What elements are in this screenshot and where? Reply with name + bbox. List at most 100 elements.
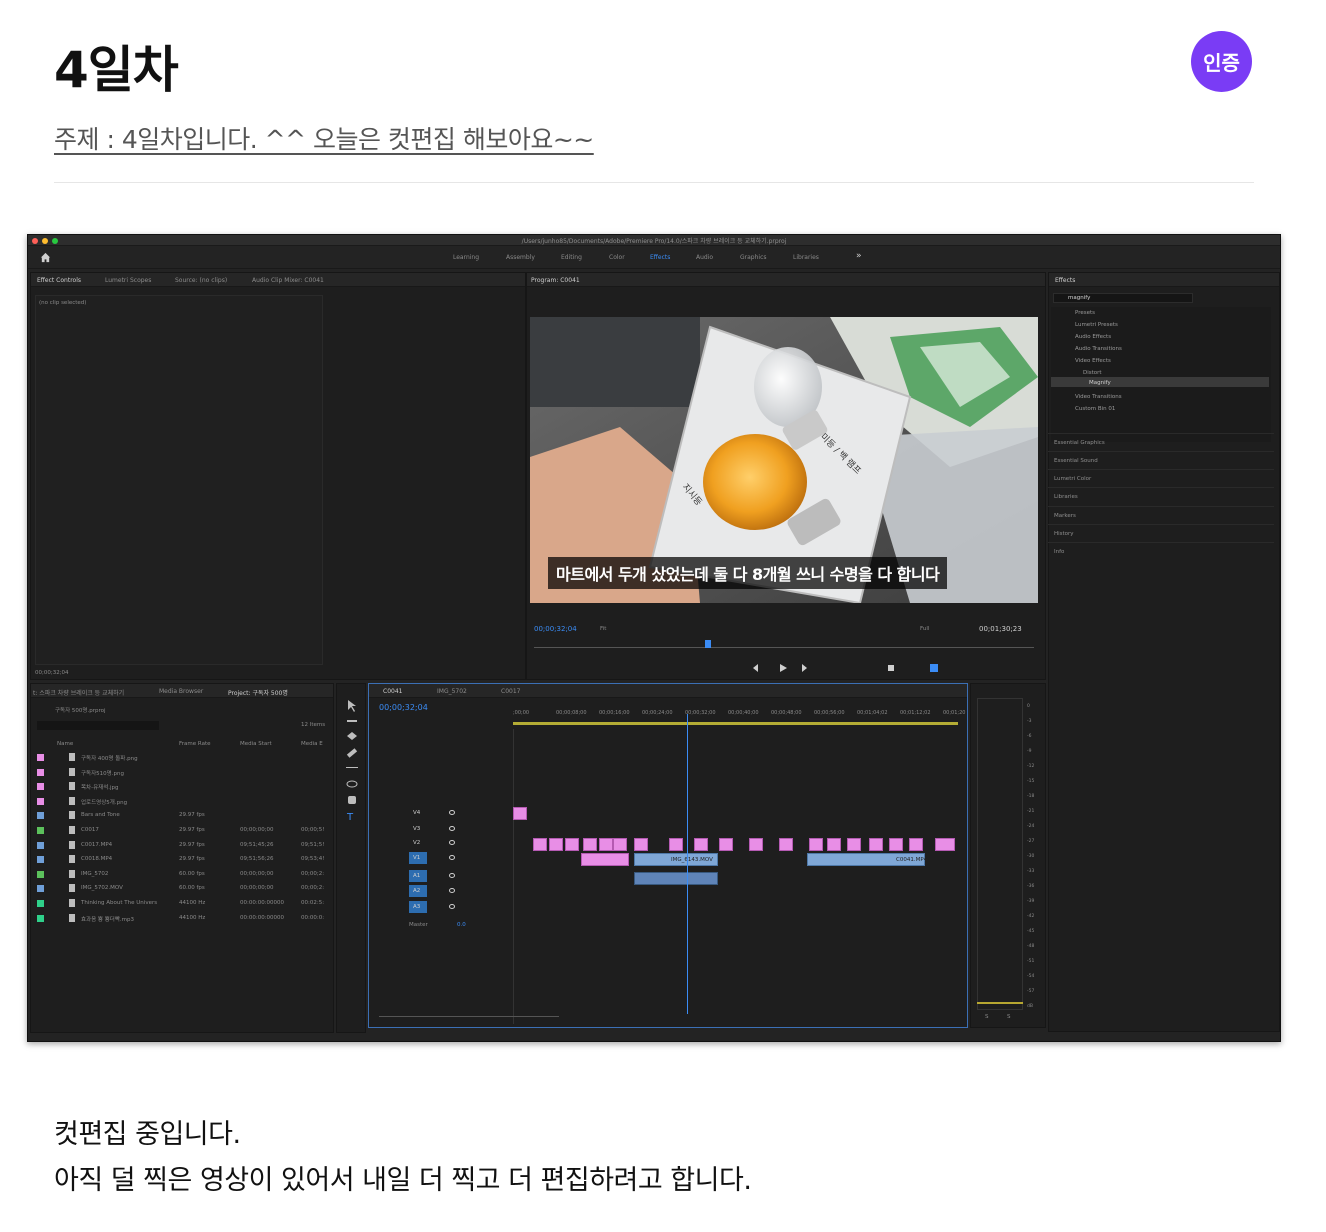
tab-c0017[interactable]: C0017	[501, 688, 520, 695]
label-color-swatch[interactable]	[37, 856, 44, 864]
project-row[interactable]: Thinking About The Univers 44100 Hz 00:00:…	[37, 898, 329, 910]
label-color-swatch[interactable]	[37, 812, 44, 820]
project-row[interactable]: C0017 29.97 fps 00;00;00;00 00;00;5!	[37, 825, 329, 837]
project-row[interactable]: IMG_5702.MOV 60.00 fps 00;00;00;00 00;00;2:	[37, 883, 329, 895]
clip-v2[interactable]	[827, 838, 841, 851]
tab-img-5702[interactable]: IMG_5702	[437, 688, 467, 695]
tab-project[interactable]: Project: 구독자 500명	[228, 688, 288, 697]
track-target-v1[interactable]: V1	[409, 852, 427, 864]
project-row[interactable]: Bars and Tone 29.97 fps	[37, 810, 329, 822]
project-row[interactable]: 목차-유재석.jpg	[37, 781, 329, 793]
workspace-libraries[interactable]: Libraries	[793, 254, 819, 261]
effects-item-lumetri-presets[interactable]: Lumetri Presets	[1075, 322, 1118, 328]
clip-v2[interactable]	[809, 838, 823, 851]
mute-icon[interactable]	[449, 873, 455, 878]
project-row[interactable]: 효과음 뿅 뿅더빡.mp3 44100 Hz 00:00:00:00000 00:00…	[37, 913, 329, 925]
clip-v2[interactable]	[749, 838, 763, 851]
label-color-swatch[interactable]	[37, 754, 44, 761]
project-row[interactable]: C0018.MP4 29.97 fps 09;51;56;26 09;53;4!	[37, 854, 329, 866]
section-markers[interactable]: Markers	[1048, 506, 1274, 524]
label-color-swatch[interactable]	[37, 885, 44, 893]
timeline-ruler[interactable]: ;00;00 00;00;08;00 00;00;16;00 00;00;24;00 0…	[513, 710, 965, 720]
col-media-end[interactable]: Media E	[301, 741, 323, 747]
clip-v2[interactable]	[779, 838, 793, 851]
mute-icon[interactable]	[449, 904, 455, 909]
track-target-a1[interactable]: A1	[409, 870, 427, 882]
clip-v2[interactable]	[613, 838, 627, 851]
tools-icons[interactable]: T	[337, 696, 367, 826]
section-essential-sound[interactable]: Essential Sound	[1048, 451, 1274, 469]
timeline-zoom-scrollbar[interactable]	[379, 1016, 559, 1017]
label-color-swatch[interactable]	[37, 914, 44, 922]
clip-v2[interactable]	[549, 838, 563, 851]
col-name[interactable]: Name	[57, 741, 73, 747]
section-lumetri-color[interactable]: Lumetri Color	[1048, 469, 1274, 487]
clip-v2[interactable]	[634, 838, 648, 851]
tab-sequence[interactable]: t: 스파크 차량 브레이크 등 교체하기	[33, 688, 124, 697]
col-frame-rate[interactable]: Frame Rate	[179, 741, 211, 747]
clip-audio-a1[interactable]	[634, 872, 718, 885]
workspace-audio[interactable]: Audio	[696, 254, 713, 261]
effects-item-distort[interactable]: Distort	[1083, 370, 1102, 376]
more-workspaces-button[interactable]: »	[856, 251, 862, 261]
section-history[interactable]: History	[1048, 524, 1274, 542]
clip-v2[interactable]	[847, 838, 861, 851]
effects-item-presets[interactable]: Presets	[1075, 310, 1095, 316]
tab-media-browser[interactable]: Media Browser	[159, 688, 203, 695]
subject-link[interactable]: 주제 : 4일차입니다. ^^ 오늘은 컷편집 해보아요~~	[54, 120, 594, 156]
tab-program[interactable]: Program: C0041	[531, 277, 580, 284]
label-color-swatch[interactable]	[37, 827, 44, 834]
clip-v2[interactable]	[599, 838, 613, 851]
effects-search-input[interactable]: magnify	[1053, 293, 1193, 303]
project-row[interactable]: IMG_5702 60.00 fps 00;00;00;00 00;00;2:	[37, 869, 329, 881]
track-target-v2[interactable]: V2	[409, 837, 427, 849]
effects-item-video-effects[interactable]: Video Effects	[1075, 358, 1111, 364]
quality-dropdown[interactable]: Full	[920, 626, 929, 632]
clip-v2[interactable]	[909, 838, 923, 851]
certification-badge[interactable]: 인증	[1191, 31, 1252, 92]
workspace-learning[interactable]: Learning	[453, 254, 479, 261]
workspace-editing[interactable]: Editing	[561, 254, 582, 261]
effects-item-audio-effects[interactable]: Audio Effects	[1075, 334, 1111, 340]
project-row[interactable]: 구독자 400명 돌파.png	[37, 752, 329, 764]
timeline-playhead[interactable]	[687, 714, 688, 1014]
project-row[interactable]: 업로드영상5개.png	[37, 796, 329, 808]
project-row[interactable]: 구독자510명.png	[37, 767, 329, 779]
clip-v2[interactable]	[869, 838, 883, 851]
section-info[interactable]: Info	[1048, 542, 1274, 560]
effects-item-video-transitions[interactable]: Video Transitions	[1075, 394, 1122, 400]
meter-solo-left[interactable]: S	[985, 1014, 989, 1020]
effects-item-magnify[interactable]: Magnify	[1089, 380, 1111, 386]
tab-lumetri-scopes[interactable]: Lumetri Scopes	[105, 277, 151, 284]
timeline-timecode[interactable]: 00;00;32;04	[379, 703, 428, 712]
effects-item-audio-transitions[interactable]: Audio Transitions	[1075, 346, 1122, 352]
work-area-bar[interactable]	[513, 722, 958, 725]
eye-icon[interactable]	[449, 840, 455, 845]
workspace-color[interactable]: Color	[609, 254, 625, 261]
clip-c0041[interactable]: C0041.MP4	[807, 853, 927, 866]
col-media-start[interactable]: Media Start	[240, 741, 272, 747]
tab-effect-controls[interactable]: Effect Controls	[37, 277, 81, 284]
label-color-swatch[interactable]	[37, 900, 44, 907]
track-target-v3[interactable]: V3	[409, 823, 427, 835]
transport-icons[interactable]	[668, 663, 1028, 673]
fit-dropdown[interactable]: Fit	[600, 626, 606, 632]
clip-v2[interactable]	[669, 838, 683, 851]
clip-v2[interactable]	[719, 838, 733, 851]
clip-v1-title[interactable]	[581, 853, 629, 866]
clip-v2[interactable]	[583, 838, 597, 851]
track-target-a3[interactable]: A3	[409, 901, 427, 913]
label-color-swatch[interactable]	[37, 768, 44, 776]
tab-c0041[interactable]: C0041	[383, 688, 402, 695]
program-scrubber[interactable]	[534, 647, 1034, 648]
project-search-input[interactable]	[37, 721, 159, 730]
clip-v2[interactable]	[935, 838, 955, 851]
meter-solo-right[interactable]: S	[1007, 1014, 1011, 1020]
program-playhead[interactable]	[705, 640, 711, 648]
clip-v4[interactable]	[513, 807, 527, 820]
program-timecode[interactable]: 00;00;32;04	[534, 625, 577, 633]
tab-audio-clip-mixer[interactable]: Audio Clip Mixer: C0041	[252, 277, 324, 284]
track-target-v4[interactable]: V4	[409, 807, 427, 819]
tab-source[interactable]: Source: (no clips)	[175, 277, 227, 284]
track-target-a2[interactable]: A2	[409, 885, 427, 897]
